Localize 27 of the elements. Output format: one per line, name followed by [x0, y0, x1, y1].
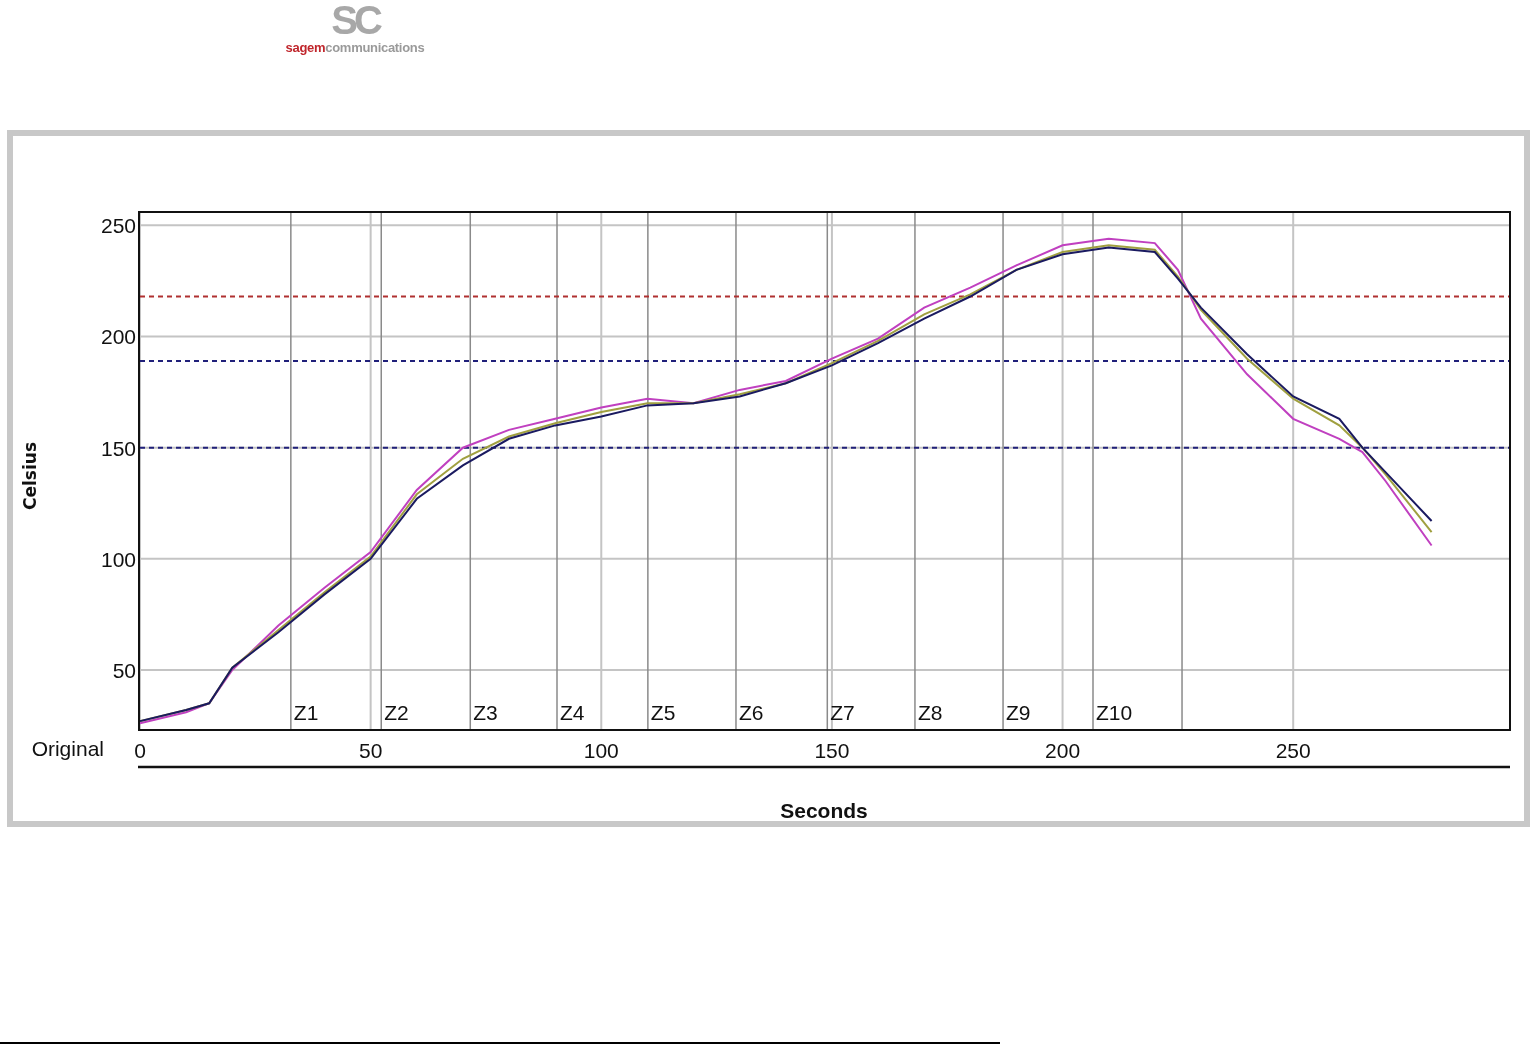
timeline-label: Original	[31, 737, 104, 760]
zone-label: Z6	[738, 701, 764, 724]
zone-label: Z3	[473, 701, 498, 724]
zone-label: Z9	[1006, 701, 1031, 724]
y-axis-title: Celsius	[20, 442, 40, 510]
y-tick-label: 100	[100, 547, 136, 571]
logo-wordmark: communications	[325, 40, 425, 55]
logo-wordmark-prefix: sagem	[285, 40, 326, 55]
x-tick-label: 100	[583, 739, 619, 762]
zone-label: Z5	[650, 701, 676, 724]
y-tick-label: 150	[100, 436, 136, 460]
logo-monogram: SC	[331, 0, 379, 40]
x-axis-title: Seconds	[780, 799, 868, 821]
zone-label: Z1	[293, 701, 319, 724]
x-tick-label: 0	[134, 739, 146, 762]
x-tick-label: 50	[358, 739, 383, 762]
y-tick-label: 200	[100, 325, 136, 349]
y-tick-label: 250	[100, 214, 136, 238]
zone-label: Z8	[917, 701, 943, 724]
zone-label: Z7	[830, 701, 855, 724]
x-tick-label: 200	[1045, 739, 1081, 762]
x-tick-label: 150	[814, 739, 850, 762]
zone-label: Z2	[384, 701, 409, 724]
zone-label: Z10	[1096, 701, 1133, 724]
y-tick-label: 50	[112, 658, 136, 682]
zone-label: Z4	[560, 701, 585, 724]
x-tick-label: 250	[1275, 739, 1311, 762]
